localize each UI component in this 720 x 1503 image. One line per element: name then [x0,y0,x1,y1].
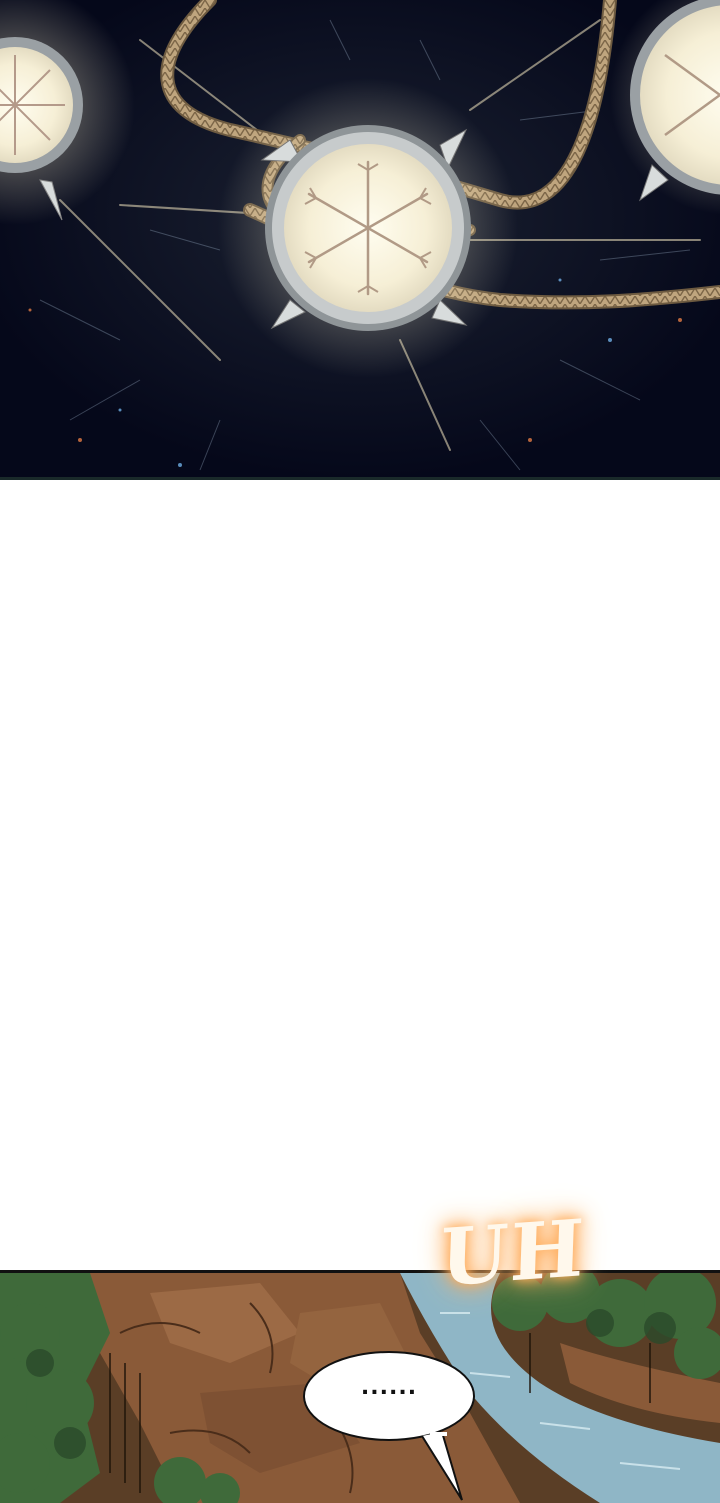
medallions-illustration [0,0,720,480]
panel-medallions [0,0,720,480]
sound-effect-text: UH [438,1202,588,1305]
sound-effect: UH [428,1178,598,1318]
speech-bubble-text: ...... [360,1375,418,1400]
panel-gutter [0,480,720,1270]
